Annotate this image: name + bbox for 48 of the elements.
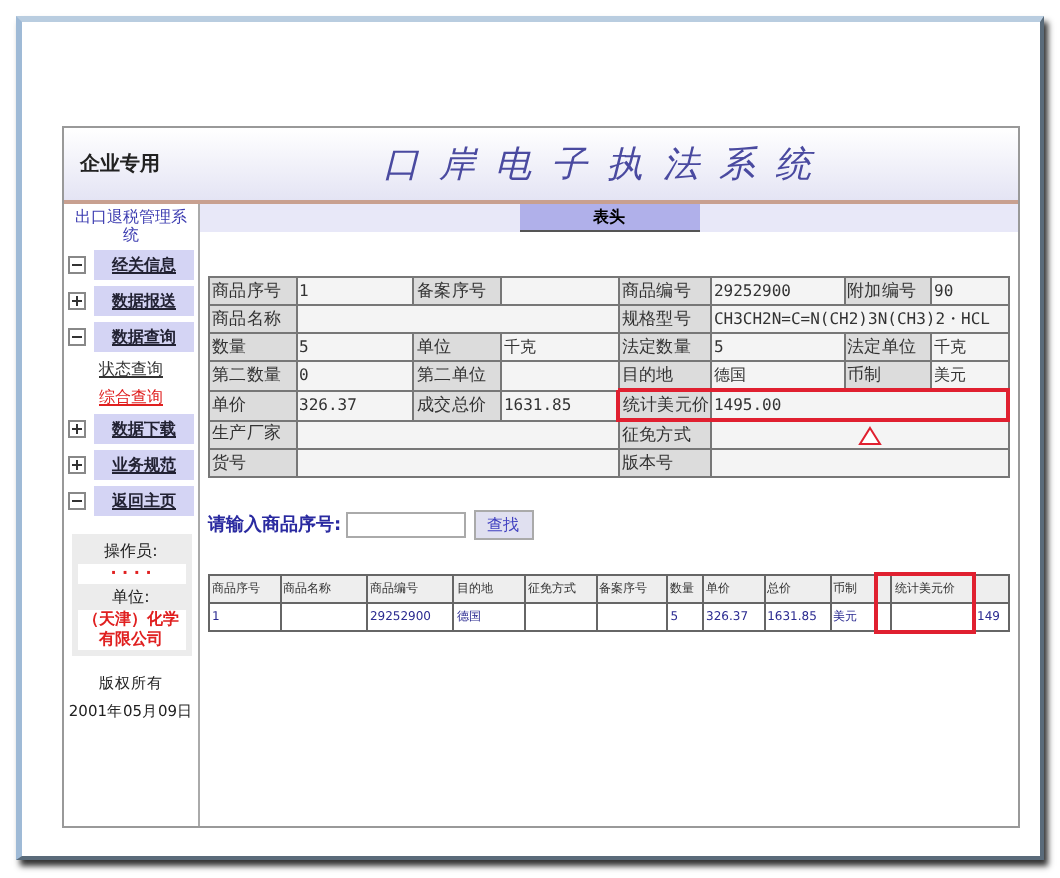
section-tab[interactable]: 表头	[519, 204, 699, 232]
field-value: 326.37	[296, 390, 414, 420]
field-label: 法定单位	[844, 333, 932, 361]
app-title: 口岸电子执法系统	[381, 142, 833, 188]
header-label: 企业专用	[78, 151, 162, 178]
field-value: 0	[296, 361, 414, 390]
field-value: 千克	[500, 333, 619, 361]
field-label: 商品序号	[209, 277, 297, 305]
sidebar-item[interactable]: 业务规范	[94, 450, 194, 481]
field-label: 规格型号	[618, 305, 711, 333]
sidebar-item[interactable]: 经关信息	[94, 250, 194, 281]
field-label: 商品编号	[618, 277, 711, 305]
field-label: 单价	[209, 390, 297, 420]
sidebar-title: 出口退税管理系统	[73, 208, 189, 245]
sidebar-item[interactable]: 数据报送	[94, 286, 194, 317]
field-value: 1631.85	[500, 390, 619, 420]
field-value: 5	[710, 333, 845, 361]
operator-label: 操作员:	[104, 540, 158, 563]
field-value: 90	[931, 277, 1008, 305]
sidebar-subitem[interactable]: 状态查询	[99, 358, 163, 381]
field-label: 版本号	[618, 449, 711, 477]
field-label: 统计美元价	[618, 390, 711, 420]
sidebar-item[interactable]: 返回主页	[94, 486, 194, 517]
search-button[interactable]: 查找	[473, 510, 534, 540]
unit-name: （天津）化学有限公司	[77, 610, 185, 651]
field-label: 第二数量	[209, 361, 297, 390]
search-label: 请输入商品序号:	[208, 512, 342, 538]
field-label: 备案序号	[413, 277, 501, 305]
field-value: 29252900	[710, 277, 845, 305]
field-value: CH3CH2N=C=N(CH2)3N(CH3)2・HCL	[710, 305, 1008, 333]
field-label: 法定数量	[618, 333, 711, 361]
field-label: 成交总价	[413, 390, 501, 420]
field-label: 征免方式	[618, 420, 711, 449]
unit-label: 单位:	[112, 586, 150, 609]
field-label: 商品名称	[209, 305, 297, 333]
field-label: 数量	[209, 333, 297, 361]
sidebar-item[interactable]: 数据下载	[94, 414, 194, 445]
field-label: 货号	[209, 449, 297, 477]
field-label: 生产厂家	[209, 420, 297, 449]
sidebar-subitem[interactable]: 综合查询	[99, 386, 163, 409]
field-label: 第二单位	[413, 361, 501, 390]
field-value: 1	[296, 277, 414, 305]
field-value: 5	[296, 333, 414, 361]
sidebar-item[interactable]: 数据查询	[94, 322, 194, 353]
field-label: 附加编号	[844, 277, 932, 305]
operator-name: · · · ·	[77, 564, 185, 585]
field-value: 千克	[931, 333, 1008, 361]
field-label: 单位	[413, 333, 501, 361]
